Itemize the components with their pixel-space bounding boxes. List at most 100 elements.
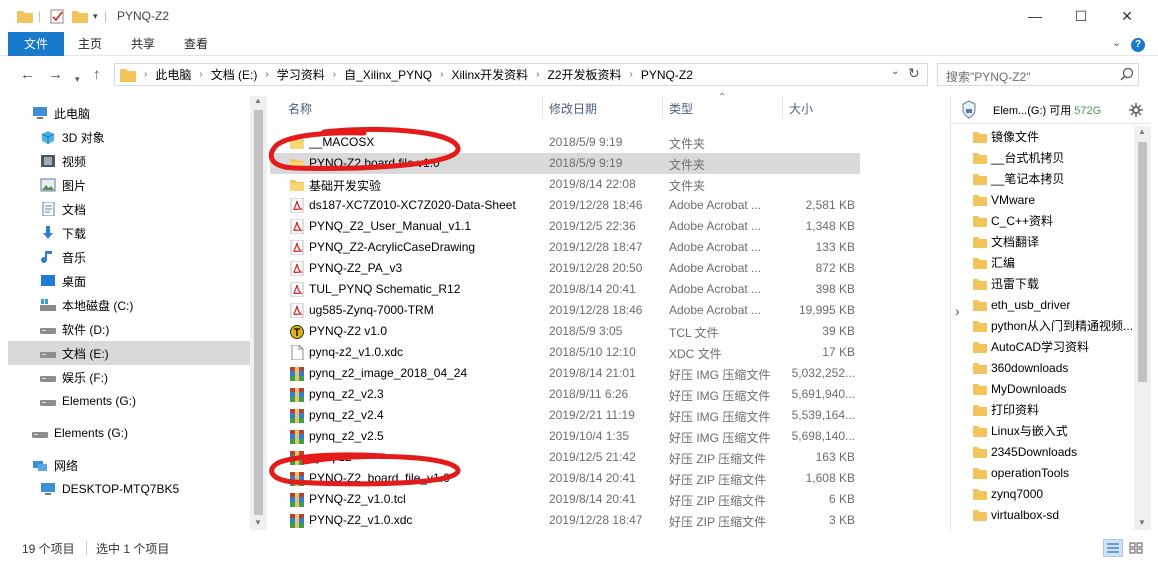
breadcrumb-separator[interactable]: › <box>260 69 273 80</box>
preview-folder-item[interactable]: MyDownloads <box>973 378 1133 399</box>
sidebar-item-documents[interactable]: 文档 <box>8 197 250 221</box>
column-type[interactable]: 类型 <box>669 100 693 117</box>
breadcrumb-separator[interactable]: › <box>139 69 152 80</box>
sidebar-item-downloads[interactable]: 下载 <box>8 221 250 245</box>
preview-folder-item[interactable]: VMware <box>973 189 1133 210</box>
file-row[interactable]: PYNQ_Z2-AcrylicCaseDrawing 2019/12/28 18:… <box>270 237 860 258</box>
sidebar-item-3d-objects[interactable]: 3D 对象 <box>8 125 250 149</box>
nav-scrollbar-thumb[interactable] <box>254 110 263 515</box>
close-button[interactable]: ✕ <box>1104 0 1150 32</box>
tab-home[interactable]: 主页 <box>70 32 110 56</box>
refresh-icon[interactable]: ↻ <box>908 65 920 82</box>
sidebar-item-drive-f[interactable]: 娱乐 (F:) <box>8 365 250 389</box>
scroll-up-icon[interactable]: ▲ <box>254 96 262 105</box>
tab-file[interactable]: 文件 <box>8 32 64 56</box>
breadcrumb-drive-e[interactable]: 文档 (E:) <box>208 66 261 83</box>
sidebar-item-network[interactable]: 网络 <box>8 453 250 477</box>
chevron-down-icon[interactable]: ⌄ <box>1112 36 1121 49</box>
sidebar-item-drive-e[interactable]: 文档 (E:) <box>8 341 250 365</box>
address-dropdown-icon[interactable]: ⌄ <box>891 66 899 77</box>
customize-toolbar-icon[interactable]: ▾ <box>93 11 98 22</box>
file-row[interactable]: PYNQ-Z2_board_file_v1.0 2019/8/14 20:41 好压… <box>270 468 860 489</box>
preview-folder-item[interactable]: virtualbox-sd <box>973 504 1133 525</box>
sidebar-item-elements-g[interactable]: Elements (G:) <box>8 421 250 445</box>
breadcrumb-xilinx-pynq[interactable]: 自_Xilinx_PYNQ <box>341 66 435 83</box>
file-row[interactable]: TUL_PYNQ Schematic_R12 2019/8/14 20:41 Ado… <box>270 279 860 300</box>
sidebar-item-drive-d[interactable]: 软件 (D:) <box>8 317 250 341</box>
file-row[interactable]: pynq_z2_image_2018_04_24 2019/8/14 21:01 好… <box>270 363 860 384</box>
breadcrumb-this-pc[interactable]: 此电脑 <box>152 66 194 83</box>
scroll-down-icon[interactable]: ▼ <box>1138 518 1146 527</box>
preview-folder-item[interactable]: 360downloads <box>973 357 1133 378</box>
tab-view[interactable]: 查看 <box>176 32 216 56</box>
file-row[interactable]: pynq_z2_v2.5 2019/10/4 1:35 好压 IMG 压缩文件 5,6… <box>270 426 860 447</box>
preview-folder-item[interactable]: 文档翻译 <box>973 231 1133 252</box>
search-input[interactable]: 搜索"PYNQ-Z2" <box>937 63 1139 86</box>
preview-folder-item[interactable]: __台式机拷贝 <box>973 147 1133 168</box>
breadcrumb-xilinx-dev[interactable]: Xilinx开发资料 <box>448 66 531 83</box>
back-arrow-icon[interactable]: ← <box>20 66 35 84</box>
preview-folder-item[interactable]: 迅雷下载 <box>973 273 1133 294</box>
sidebar-item-music[interactable]: 音乐 <box>8 245 250 269</box>
preview-folder-item[interactable]: 汇编 <box>973 252 1133 273</box>
preview-scrollbar-thumb[interactable] <box>1138 142 1147 382</box>
column-size[interactable]: 大小 <box>789 100 813 117</box>
file-row[interactable]: PYNQ_Z2_User_Manual_v1.1 2019/12/5 22:36 A… <box>270 216 860 237</box>
breadcrumb-separator[interactable]: › <box>625 69 638 80</box>
properties-icon[interactable] <box>50 9 65 24</box>
breadcrumb-pynq-z2[interactable]: PYNQ-Z2 <box>638 68 696 82</box>
file-row[interactable]: PYNQ-Z2_v1.0.xdc 2019/12/28 18:47 好压 ZIP 压… <box>270 510 860 531</box>
column-divider[interactable] <box>662 96 663 118</box>
breadcrumb-separator[interactable]: › <box>531 69 544 80</box>
preview-folder-item[interactable]: Linux与嵌入式 <box>973 420 1133 441</box>
column-date[interactable]: 修改日期 <box>549 100 597 117</box>
details-view-button[interactable] <box>1103 539 1123 557</box>
search-icon[interactable] <box>1120 67 1134 81</box>
new-folder-icon[interactable] <box>72 9 88 23</box>
file-row[interactable]: pynq-z2_v1.0.xdc 2018/5/10 12:10 XDC 文件 17 … <box>270 342 860 363</box>
up-arrow-icon[interactable]: ↑ <box>93 66 101 84</box>
breadcrumb-study[interactable]: 学习资料 <box>274 66 328 83</box>
file-row[interactable]: ds187-XC7Z010-XC7Z020-Data-Sheet 2019/12/… <box>270 195 860 216</box>
preview-folder-item[interactable]: 2345Downloads <box>973 441 1133 462</box>
forward-arrow-icon[interactable]: → <box>48 66 63 84</box>
preview-folder-item[interactable]: C_C++资料 <box>973 210 1133 231</box>
address-bar[interactable]: › 此电脑 › 文档 (E:) › 学习资料 › 自_Xilinx_PYNQ ›… <box>114 63 928 86</box>
preview-folder-item[interactable]: eth_usb_driver <box>973 294 1133 315</box>
preview-folder-item[interactable]: operationTools <box>973 462 1133 483</box>
sidebar-item-drive-c[interactable]: 本地磁盘 (C:) <box>8 293 250 317</box>
preview-folder-item[interactable]: python从入门到精通视频... <box>973 315 1133 336</box>
sidebar-item-desktop-pc[interactable]: DESKTOP-MTQ7BK5 <box>8 477 250 501</box>
breadcrumb-separator[interactable]: › <box>328 69 341 80</box>
column-name[interactable]: 名称 <box>288 100 312 117</box>
sidebar-item-desktop[interactable]: 桌面 <box>8 269 250 293</box>
preview-folder-item[interactable]: 打印资料 <box>973 399 1133 420</box>
file-row[interactable]: ug585-Zynq-7000-TRM 2019/12/28 18:46 Adobe… <box>270 300 860 321</box>
sidebar-item-this-pc[interactable]: 此电脑 <box>8 101 250 125</box>
preview-folder-item[interactable]: __笔记本拷贝 <box>973 168 1133 189</box>
sidebar-item-videos[interactable]: 视频 <box>8 149 250 173</box>
preview-folder-item[interactable]: 镜像文件 <box>973 126 1133 147</box>
breadcrumb-separator[interactable]: › <box>435 69 448 80</box>
large-icons-view-button[interactable] <box>1126 539 1146 557</box>
file-row[interactable]: PYNQ-Z2_v1.0.tcl 2019/8/14 20:41 好压 ZIP 压缩… <box>270 489 860 510</box>
column-divider[interactable] <box>782 96 783 118</box>
file-row[interactable]: __MACOSX 2018/5/9 9:19 文件夹 <box>270 132 860 153</box>
preview-scrollbar[interactable]: ▲ ▼ <box>1134 126 1151 530</box>
maximize-button[interactable]: ☐ <box>1058 0 1104 32</box>
file-row[interactable]: 基础开发实验 2019/8/14 22:08 文件夹 <box>270 174 860 195</box>
sidebar-item-pictures[interactable]: 图片 <box>8 173 250 197</box>
minimize-button[interactable]: — <box>1012 0 1058 32</box>
file-row[interactable]: pynq_z2_v2.4 2019/2/21 11:19 好压 IMG 压缩文件 5,… <box>270 405 860 426</box>
file-row[interactable]: pynq-z2 2019/12/5 21:42 好压 ZIP 压缩文件 163 KB <box>270 447 860 468</box>
breadcrumb-separator[interactable]: › <box>194 69 207 80</box>
nav-scrollbar[interactable]: ▲ ▼ <box>250 96 267 530</box>
sidebar-item-drive-g[interactable]: Elements (G:) <box>8 389 250 413</box>
scroll-up-icon[interactable]: ▲ <box>1138 127 1146 136</box>
chevron-right-icon[interactable]: › <box>955 303 960 319</box>
scroll-down-icon[interactable]: ▼ <box>254 518 262 527</box>
column-divider[interactable] <box>542 96 543 118</box>
preview-folder-item[interactable]: AutoCAD学习资料 <box>973 336 1133 357</box>
file-row[interactable]: PYNQ-Z2_PA_v3 2019/12/28 20:50 Adobe Acrob… <box>270 258 860 279</box>
breadcrumb-z2-board[interactable]: Z2开发板资料 <box>545 66 625 83</box>
